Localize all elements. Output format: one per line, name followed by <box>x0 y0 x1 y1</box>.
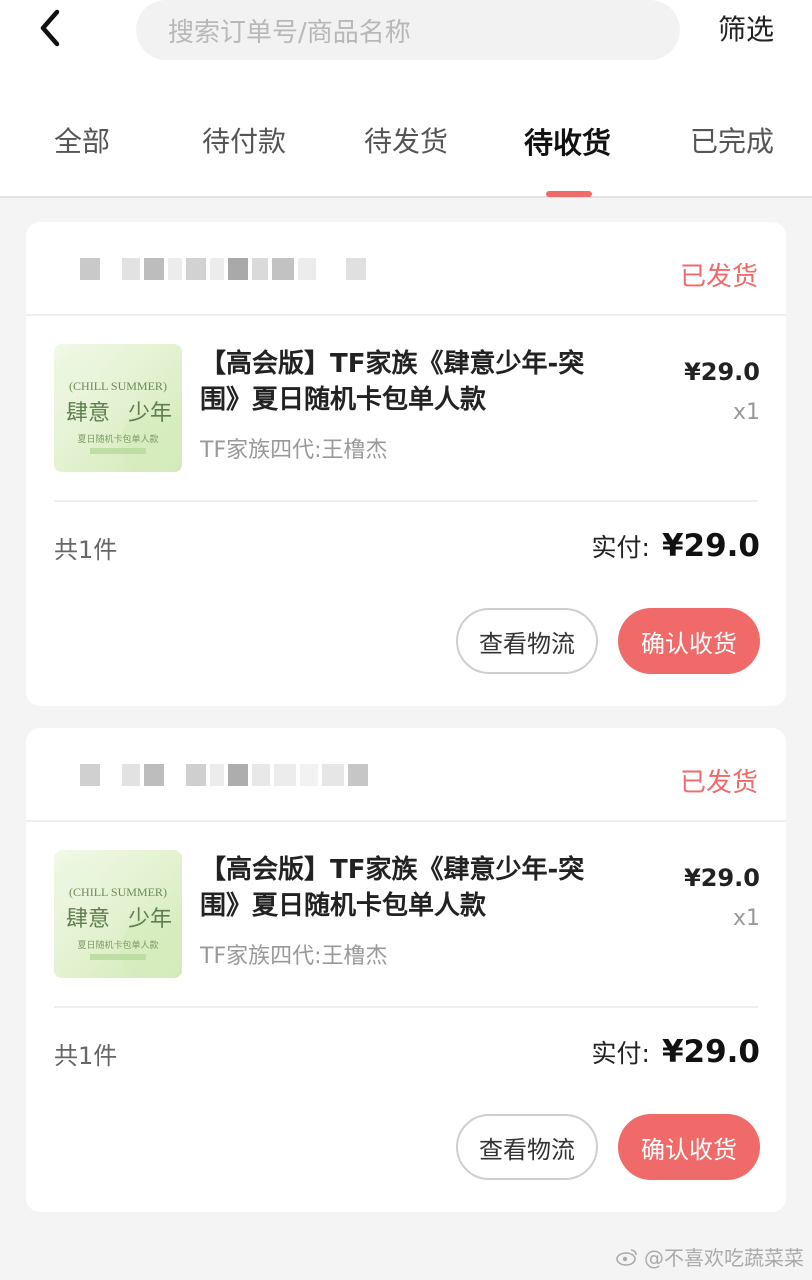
top-bar: 搜索订单号/商品名称 筛选 <box>0 0 812 90</box>
product-image: (CHILL SUMMER) 肆意 少年 夏日随机卡包单人款 <box>54 850 182 978</box>
order-card: 已发货 (CHILL SUMMER) 肆意 少年 夏日随机卡包单人款 【高会版】… <box>26 728 786 1212</box>
product-quantity: x1 <box>732 906 760 931</box>
order-number-redacted <box>80 764 410 786</box>
order-status-label: 已发货 <box>679 768 758 798</box>
paid-label: 实付: <box>591 1039 650 1068</box>
product-title[interactable]: 【高会版】TF家族《肆意少年-突围》夏日随机卡包单人款 <box>200 346 600 418</box>
order-card-header: 已发货 <box>26 728 786 822</box>
order-number-redacted <box>80 258 410 280</box>
order-card: 已发货 (CHILL SUMMER) 肆意 少年 夏日随机卡包单人款 【高会版】… <box>26 222 786 706</box>
svg-text:少年: 少年 <box>128 401 172 426</box>
watermark-text: @不喜欢吃蔬菜菜 <box>644 1246 804 1270</box>
product-variant: TF家族四代:王橹杰 <box>200 438 388 463</box>
tab-all[interactable]: 全部 <box>54 120 110 160</box>
view-logistics-button[interactable]: 查看物流 <box>456 1114 598 1180</box>
divider <box>54 1006 758 1008</box>
tab-completed[interactable]: 已完成 <box>690 120 774 160</box>
tab-pending-receipt[interactable]: 待收货 <box>524 120 611 162</box>
chevron-left-icon <box>40 9 60 47</box>
product-thumbnail[interactable]: (CHILL SUMMER) 肆意 少年 夏日随机卡包单人款 <box>54 850 182 978</box>
svg-text:肆意: 肆意 <box>66 907 110 932</box>
svg-text:夏日随机卡包单人款: 夏日随机卡包单人款 <box>77 939 158 951</box>
filter-button[interactable]: 筛选 <box>718 8 774 48</box>
product-variant: TF家族四代:王橹杰 <box>200 944 388 969</box>
paid-label: 实付: <box>591 533 650 562</box>
search-input[interactable]: 搜索订单号/商品名称 <box>136 0 680 60</box>
product-title[interactable]: 【高会版】TF家族《肆意少年-突围》夏日随机卡包单人款 <box>200 852 600 924</box>
svg-text:少年: 少年 <box>128 907 172 932</box>
svg-text:夏日随机卡包单人款: 夏日随机卡包单人款 <box>77 433 158 445</box>
back-button[interactable] <box>28 6 72 50</box>
view-logistics-button[interactable]: 查看物流 <box>456 608 598 674</box>
tab-pending-shipment[interactable]: 待发货 <box>364 120 448 160</box>
svg-text:(CHILL SUMMER): (CHILL SUMMER) <box>69 885 167 899</box>
order-card-header: 已发货 <box>26 222 786 316</box>
paid-amount: ¥29.0 <box>661 1034 760 1070</box>
item-count: 共1件 <box>54 536 118 564</box>
item-count: 共1件 <box>54 1042 118 1070</box>
svg-text:肆意: 肆意 <box>66 401 110 426</box>
confirm-receipt-button[interactable]: 确认收货 <box>618 608 760 674</box>
divider <box>54 500 758 502</box>
product-price: ¥29.0 <box>684 358 760 386</box>
order-status-tabs: 全部 待付款 待发货 待收货 已完成 <box>0 90 812 198</box>
search-placeholder: 搜索订单号/商品名称 <box>168 17 411 48</box>
paid-amount: ¥29.0 <box>661 528 760 564</box>
product-thumbnail[interactable]: (CHILL SUMMER) 肆意 少年 夏日随机卡包单人款 <box>54 344 182 472</box>
weibo-icon <box>616 1248 637 1266</box>
paid-total: 实付: ¥29.0 <box>592 1034 761 1070</box>
svg-text:(CHILL SUMMER): (CHILL SUMMER) <box>69 379 167 393</box>
product-price: ¥29.0 <box>684 864 760 892</box>
active-tab-indicator <box>546 191 592 197</box>
product-quantity: x1 <box>732 400 760 425</box>
product-image: (CHILL SUMMER) 肆意 少年 夏日随机卡包单人款 <box>54 344 182 472</box>
order-status-label: 已发货 <box>679 262 758 292</box>
watermark: @不喜欢吃蔬菜菜 <box>616 1242 804 1271</box>
confirm-receipt-button[interactable]: 确认收货 <box>618 1114 760 1180</box>
tab-pending-payment[interactable]: 待付款 <box>202 120 286 160</box>
paid-total: 实付: ¥29.0 <box>592 528 761 564</box>
